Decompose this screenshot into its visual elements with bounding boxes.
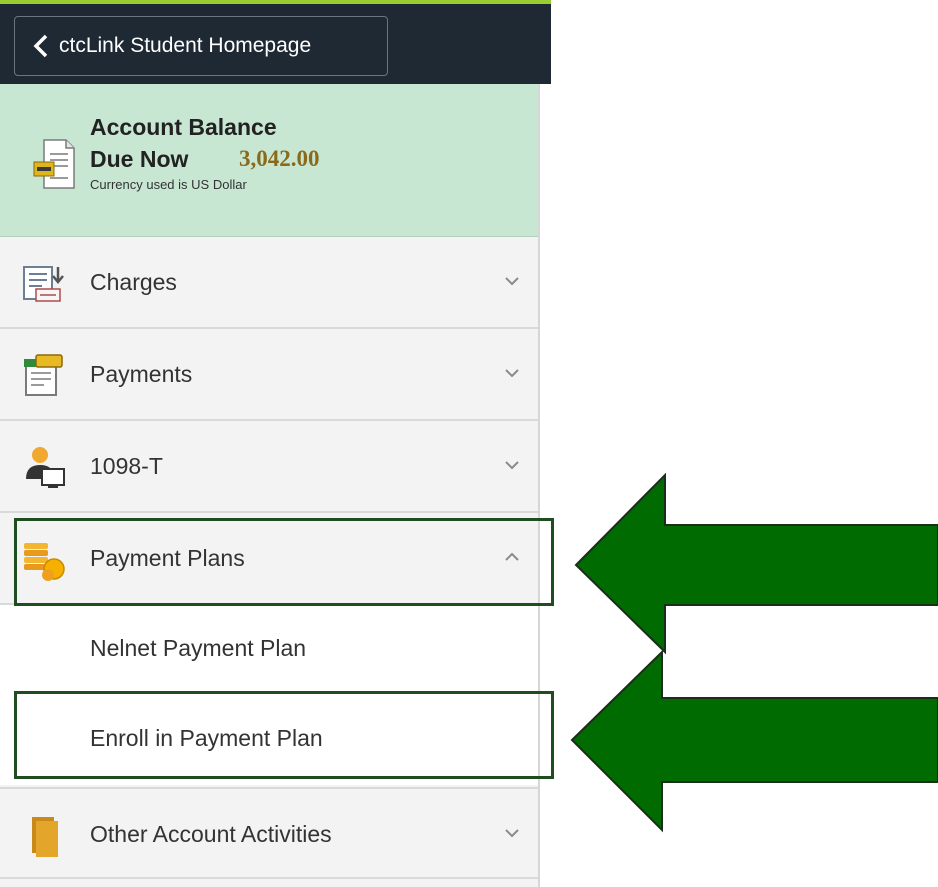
- folder-icon: [32, 817, 58, 857]
- account-nav-panel: Account Balance Due Now 3,042.00 Currenc…: [0, 84, 540, 887]
- chevron-up-icon: [505, 552, 519, 561]
- menu-label-payment-plans: Payment Plans: [90, 545, 245, 571]
- menu-label-1098t: 1098-T: [90, 453, 163, 479]
- page: ctcLink Student Homepage Account Balance…: [0, 0, 938, 887]
- menu-item-payments[interactable]: Payments: [0, 329, 538, 421]
- submenu-item-nelnet-payment-plan[interactable]: Nelnet Payment Plan: [0, 605, 538, 695]
- arrow-pointing-enroll: [570, 649, 938, 833]
- menu-item-1098t[interactable]: 1098-T: [0, 421, 538, 513]
- back-to-homepage-button[interactable]: ctcLink Student Homepage: [14, 16, 388, 76]
- due-now-amount: 3,042.00: [239, 146, 320, 171]
- chevron-left-icon: [33, 34, 48, 58]
- payments-icon: [24, 354, 63, 396]
- menu-label-charges: Charges: [90, 269, 177, 295]
- chevron-down-icon: [505, 829, 519, 838]
- currency-note: Currency used is US Dollar: [90, 177, 247, 192]
- header-bar: ctcLink Student Homepage: [0, 0, 551, 84]
- menu-label-other: Other Account Activities: [90, 821, 332, 847]
- statement-icon: [33, 139, 75, 189]
- back-button-label: ctcLink Student Homepage: [59, 34, 312, 57]
- chevron-down-icon: [505, 277, 519, 286]
- menu-item-other-account-activities[interactable]: Other Account Activities: [0, 787, 538, 879]
- submenu-label-enroll: Enroll in Payment Plan: [90, 725, 323, 751]
- account-balance-card[interactable]: Account Balance Due Now 3,042.00 Currenc…: [0, 84, 538, 237]
- menu-label-payments: Payments: [90, 361, 193, 387]
- submenu-item-enroll-payment-plan[interactable]: Enroll in Payment Plan: [0, 695, 538, 785]
- chevron-down-icon: [505, 461, 519, 470]
- balance-title: Account Balance: [90, 114, 277, 140]
- coins-icon: [24, 543, 65, 581]
- arrow-pointing-payment-plans: [574, 472, 938, 655]
- menu-item-payment-plans[interactable]: Payment Plans: [0, 513, 538, 605]
- user-computer-icon: [26, 447, 65, 488]
- chevron-down-icon: [505, 369, 519, 378]
- due-now-label: Due Now: [90, 146, 189, 172]
- menu-item-charges[interactable]: Charges: [0, 237, 538, 329]
- charges-icon: [23, 266, 64, 302]
- submenu-label-nelnet: Nelnet Payment Plan: [90, 635, 307, 661]
